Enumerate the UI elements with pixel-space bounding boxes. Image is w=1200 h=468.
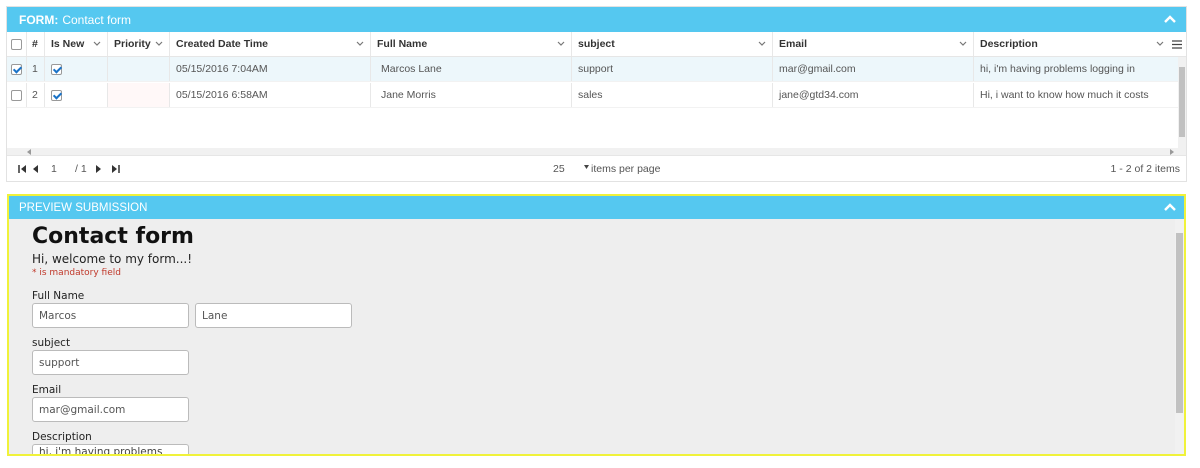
items-per-page-label: items per page [591,162,661,175]
priority-cell [108,57,170,81]
last-page-icon[interactable] [109,162,123,176]
caret-down-icon[interactable] [584,165,589,169]
form-panel-title-prefix: FORM: [19,12,59,27]
form-panel-title: Contact form [62,12,132,27]
subject-field[interactable]: support [32,350,189,375]
form-panel-header[interactable]: FORM: Contact form [7,7,1186,32]
preview-panel-header[interactable]: PREVIEW SUBMISSION [9,196,1184,219]
chevron-down-icon[interactable] [1156,41,1164,47]
full-name-cell: Marcos Lane [371,57,572,81]
row-number: 2 [27,83,45,107]
mandatory-note: * is mandatory field [32,268,121,278]
chevron-down-icon[interactable] [356,41,364,47]
grid-pager: 1 / 1 25 items per page 1 - 2 of 2 items [7,155,1186,181]
chevron-down-icon[interactable] [93,41,101,47]
col-header-email[interactable]: Email [773,32,974,56]
page-size-select[interactable]: 25 [553,163,565,175]
email-label: Email [32,384,62,396]
form-panel: FORM: Contact form # Is New Priority Cre… [6,6,1187,182]
chevron-up-icon[interactable] [1162,199,1178,215]
preview-panel-title: PREVIEW SUBMISSION [19,201,148,214]
first-page-icon[interactable] [15,162,29,176]
column-menu-icon[interactable] [1170,32,1186,56]
full-name-cell: Jane Morris [371,83,572,107]
chevron-down-icon[interactable] [959,41,967,47]
preview-form: Contact form Hi, welcome to my form...! … [9,223,1184,454]
subject-label: subject [32,337,71,349]
created-date-cell: 05/15/2016 7:04AM [170,57,371,81]
description-textarea[interactable]: hi, i'm having problems logging in [32,444,189,454]
row-number: 1 [27,57,45,81]
subject-cell: support [572,57,773,81]
form-welcome-text: Hi, welcome to my form...! [32,252,193,266]
chevron-down-icon[interactable] [557,41,565,47]
chevron-up-icon[interactable] [1162,11,1178,27]
col-header-description[interactable]: Description [974,32,1170,56]
description-cell: hi, i'm having problems logging in [980,63,1135,75]
last-name-field[interactable]: Lane [195,303,352,328]
next-page-icon[interactable] [91,162,105,176]
email-cell: jane@gtd34.com [773,83,974,107]
created-date-cell: 05/15/2016 6:58AM [170,83,371,107]
row-select-checkbox[interactable] [7,83,27,107]
pager-range-info: 1 - 2 of 2 items [1110,162,1180,175]
col-header-full-name[interactable]: Full Name [371,32,572,56]
table-row[interactable]: 1 05/15/2016 7:04AM Marcos Lane support … [7,57,1186,82]
col-header-created-date-time[interactable]: Created Date Time [170,32,371,56]
submissions-grid: # Is New Priority Created Date Time Full… [7,32,1186,155]
email-cell: mar@gmail.com [773,57,974,81]
table-row[interactable]: 2 05/15/2016 6:58AM Jane Morris sales ja… [7,83,1186,108]
grid-header-row: # Is New Priority Created Date Time Full… [7,32,1186,57]
subject-cell: sales [572,83,773,107]
grid-vertical-scrollbar[interactable] [1178,57,1186,155]
chevron-down-icon[interactable] [758,41,766,47]
first-name-field[interactable]: Marcos [32,303,189,328]
is-new-checkbox[interactable] [45,83,108,107]
col-header-priority[interactable]: Priority [108,32,170,56]
select-all-checkbox[interactable] [7,32,27,56]
chevron-down-icon[interactable] [155,41,163,47]
is-new-checkbox[interactable] [45,57,108,81]
priority-cell [108,83,170,107]
description-label: Description [32,431,92,443]
full-name-label: Full Name [32,290,85,302]
email-field[interactable]: mar@gmail.com [32,397,189,422]
row-select-checkbox[interactable] [7,57,27,81]
preview-panel: PREVIEW SUBMISSION Contact form Hi, welc… [7,194,1186,456]
col-header-subject[interactable]: subject [572,32,773,56]
description-cell: Hi, i want to know how much it costs [980,89,1149,101]
page-number-input[interactable]: 1 [51,163,71,175]
col-header-is-new[interactable]: Is New [45,32,108,56]
form-title: Contact form [32,224,194,249]
prev-page-icon[interactable] [29,162,43,176]
col-header-number: # [27,32,45,56]
grid-horizontal-scrollbar[interactable] [7,148,1178,155]
page-total: / 1 [75,162,87,175]
